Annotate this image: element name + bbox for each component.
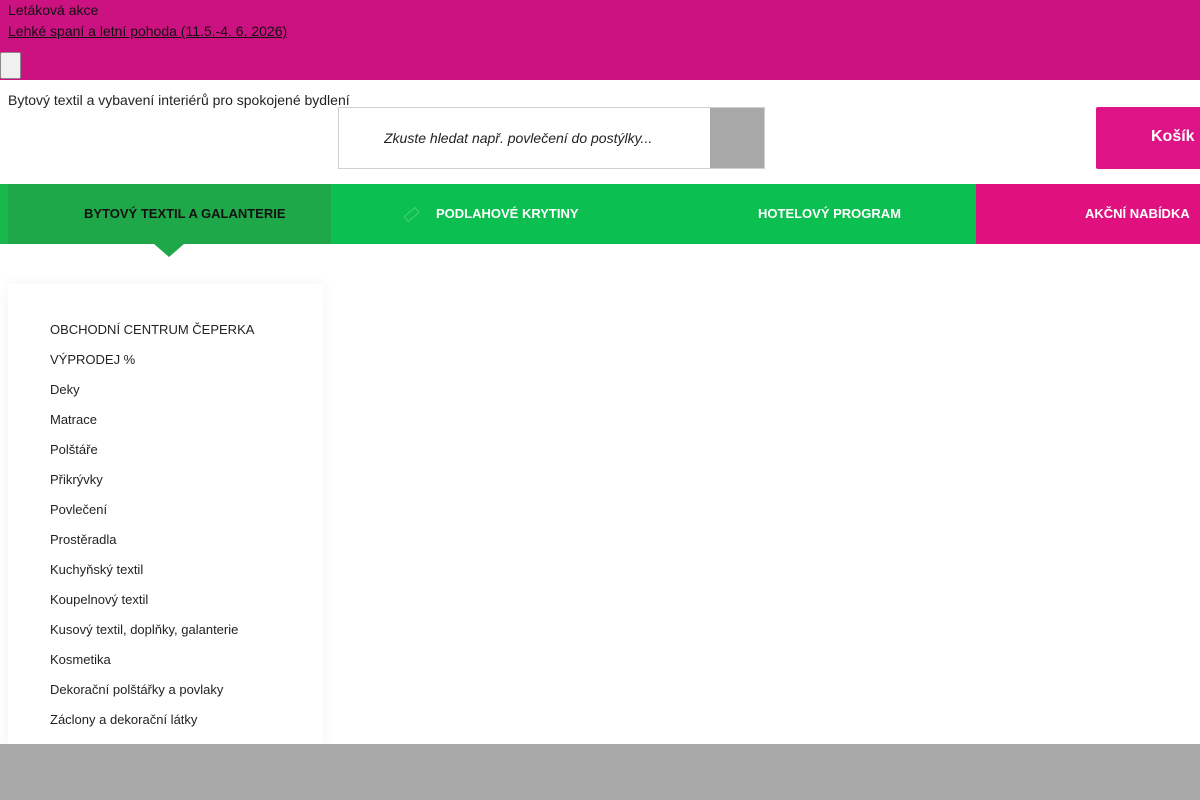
promo-title: Letáková akce xyxy=(8,2,99,18)
close-icon[interactable] xyxy=(0,52,21,79)
nav-item-label: Hotelový program xyxy=(758,206,902,221)
logo-alt-text: Bytový textil a vybavení interiérů pro s… xyxy=(8,92,350,108)
search-button[interactable] xyxy=(710,108,764,168)
category-item[interactable]: VÝPRODEJ % xyxy=(50,352,254,382)
ruler-icon: ▭ xyxy=(395,197,426,229)
category-item[interactable]: Kuchyňský textil xyxy=(50,562,254,592)
nav-item-hotelovy-program[interactable]: Hotelový program xyxy=(653,184,976,244)
search-box xyxy=(338,107,765,169)
active-nav-indicator xyxy=(154,244,184,257)
nav-item-akcni-nabidka[interactable]: Akční nabídka xyxy=(976,184,1200,244)
category-item[interactable]: Záclony a dekorační látky xyxy=(50,712,254,742)
search-input[interactable] xyxy=(375,108,709,168)
category-item[interactable]: Povlečení xyxy=(50,502,254,532)
category-item[interactable]: Matrace xyxy=(50,412,254,442)
category-list: OBCHODNÍ CENTRUM ČEPERKA VÝPRODEJ % Deky… xyxy=(50,322,254,742)
category-item[interactable]: Deky xyxy=(50,382,254,412)
cart-label: Košík xyxy=(1151,128,1195,145)
nav-item-label: Podlahové krytiny xyxy=(436,206,579,221)
category-sidebar: OBCHODNÍ CENTRUM ČEPERKA VÝPRODEJ % Deky… xyxy=(8,284,323,754)
category-item[interactable]: Prostěradla xyxy=(50,532,254,562)
main-nav: Bytový textil a galanterie ▭ Podlahové k… xyxy=(0,184,1200,244)
category-item[interactable]: Dekorační polštářky a povlaky xyxy=(50,682,254,712)
category-item[interactable]: Koupelnový textil xyxy=(50,592,254,622)
category-item[interactable]: Přikrývky xyxy=(50,472,254,502)
category-item[interactable]: Kusový textil, doplňky, galanterie xyxy=(50,622,254,652)
cart-button[interactable]: Košík xyxy=(1096,107,1200,169)
nav-item-bytovy-textil[interactable]: Bytový textil a galanterie xyxy=(0,184,331,244)
promo-bar: Letáková akce Lehké spaní a letní pohoda… xyxy=(0,0,1200,80)
promo-link[interactable]: Lehké spaní a letní pohoda (11.5.-4. 6. … xyxy=(8,23,287,39)
category-item[interactable]: Kosmetika xyxy=(50,652,254,682)
nav-item-podlahove-krytiny[interactable]: ▭ Podlahové krytiny xyxy=(331,184,653,244)
category-item[interactable]: OBCHODNÍ CENTRUM ČEPERKA xyxy=(50,322,254,352)
nav-item-label: Akční nabídka xyxy=(1085,206,1190,221)
bottom-overlay-bar xyxy=(0,744,1200,800)
category-item[interactable]: Polštáře xyxy=(50,442,254,472)
nav-item-label: Bytový textil a galanterie xyxy=(84,206,286,221)
logo[interactable]: Bytový textil a vybavení interiérů pro s… xyxy=(8,92,350,108)
